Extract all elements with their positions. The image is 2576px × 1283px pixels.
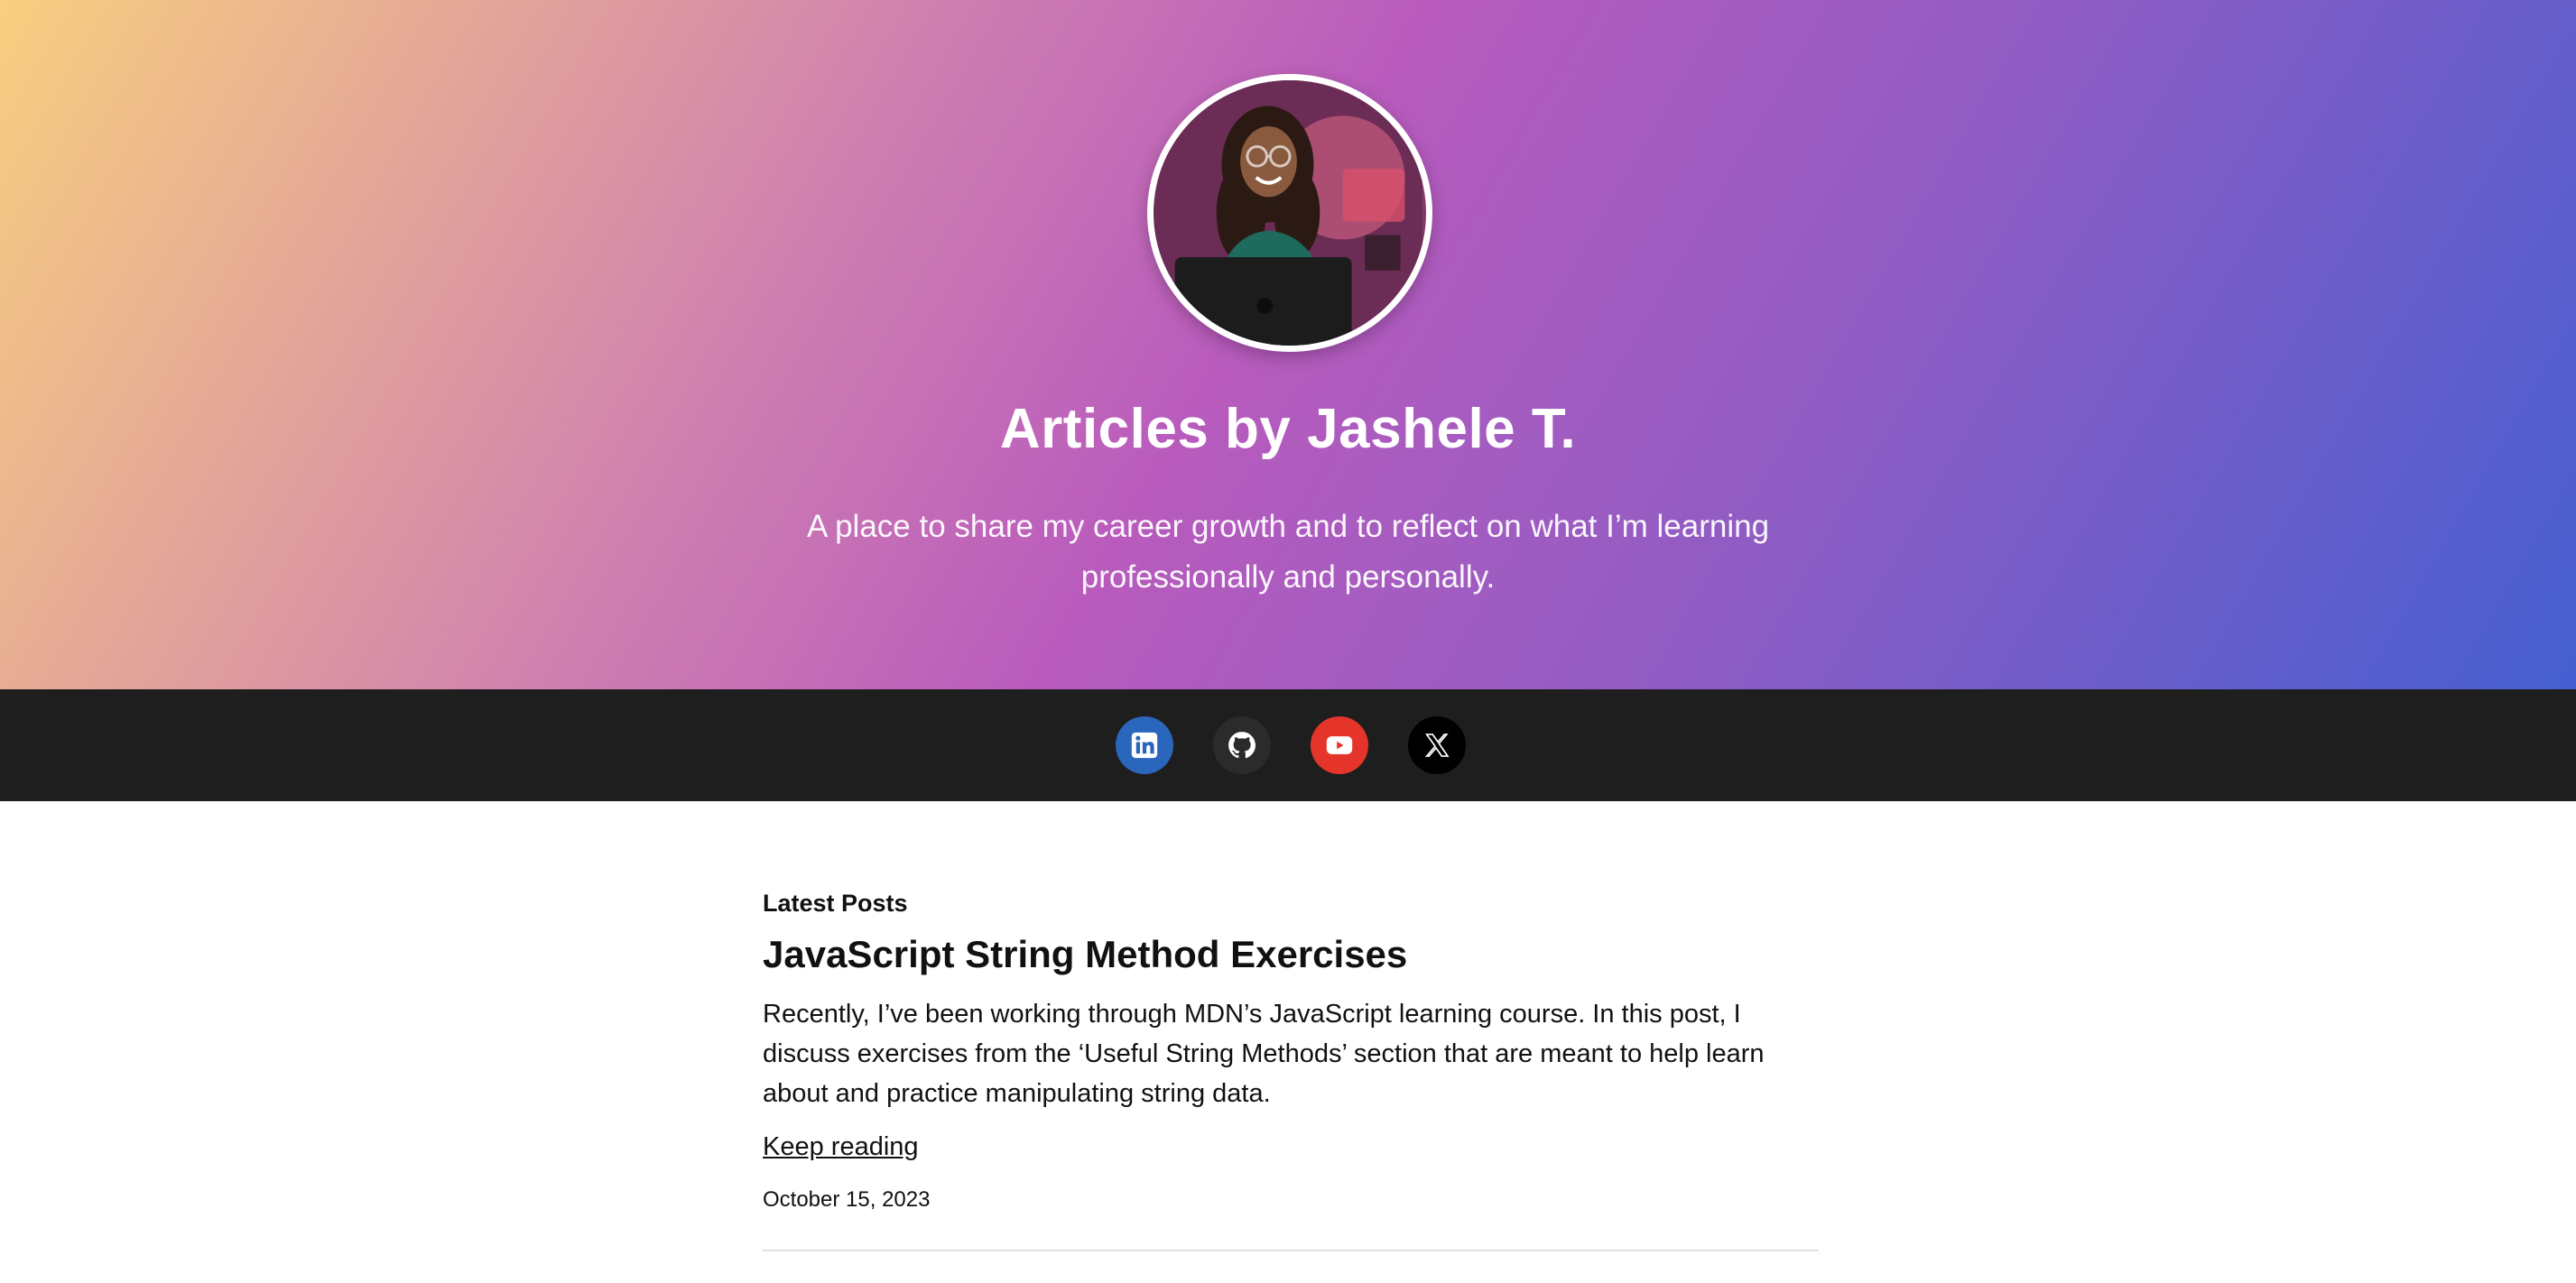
section-label: Latest Posts [763, 890, 908, 917]
x-icon [1424, 734, 1450, 757]
post-date: October 15, 2023 [763, 1187, 931, 1212]
divider [763, 1250, 1819, 1251]
page-subtitle: A place to share my career growth and to… [806, 509, 1770, 595]
github-icon [1228, 732, 1256, 759]
avatar [1147, 74, 1432, 352]
page-title: Articles by Jashele T. [999, 398, 1577, 460]
avatar-photo [1157, 80, 1422, 346]
github-link[interactable] [1213, 716, 1271, 774]
post-title[interactable]: JavaScript String Method Exercises [763, 933, 1407, 976]
youtube-icon [1326, 736, 1353, 754]
linkedin-icon [1131, 732, 1158, 759]
keep-reading-link[interactable]: Keep reading [763, 1132, 919, 1162]
youtube-link[interactable] [1311, 716, 1368, 774]
x-link[interactable] [1408, 716, 1466, 774]
linkedin-link[interactable] [1116, 716, 1173, 774]
hero-banner: Articles by Jashele T. A place to share … [0, 0, 2576, 689]
social-bar [0, 689, 2576, 801]
post-excerpt: Recently, I’ve been working through MDN’… [763, 1000, 1765, 1108]
